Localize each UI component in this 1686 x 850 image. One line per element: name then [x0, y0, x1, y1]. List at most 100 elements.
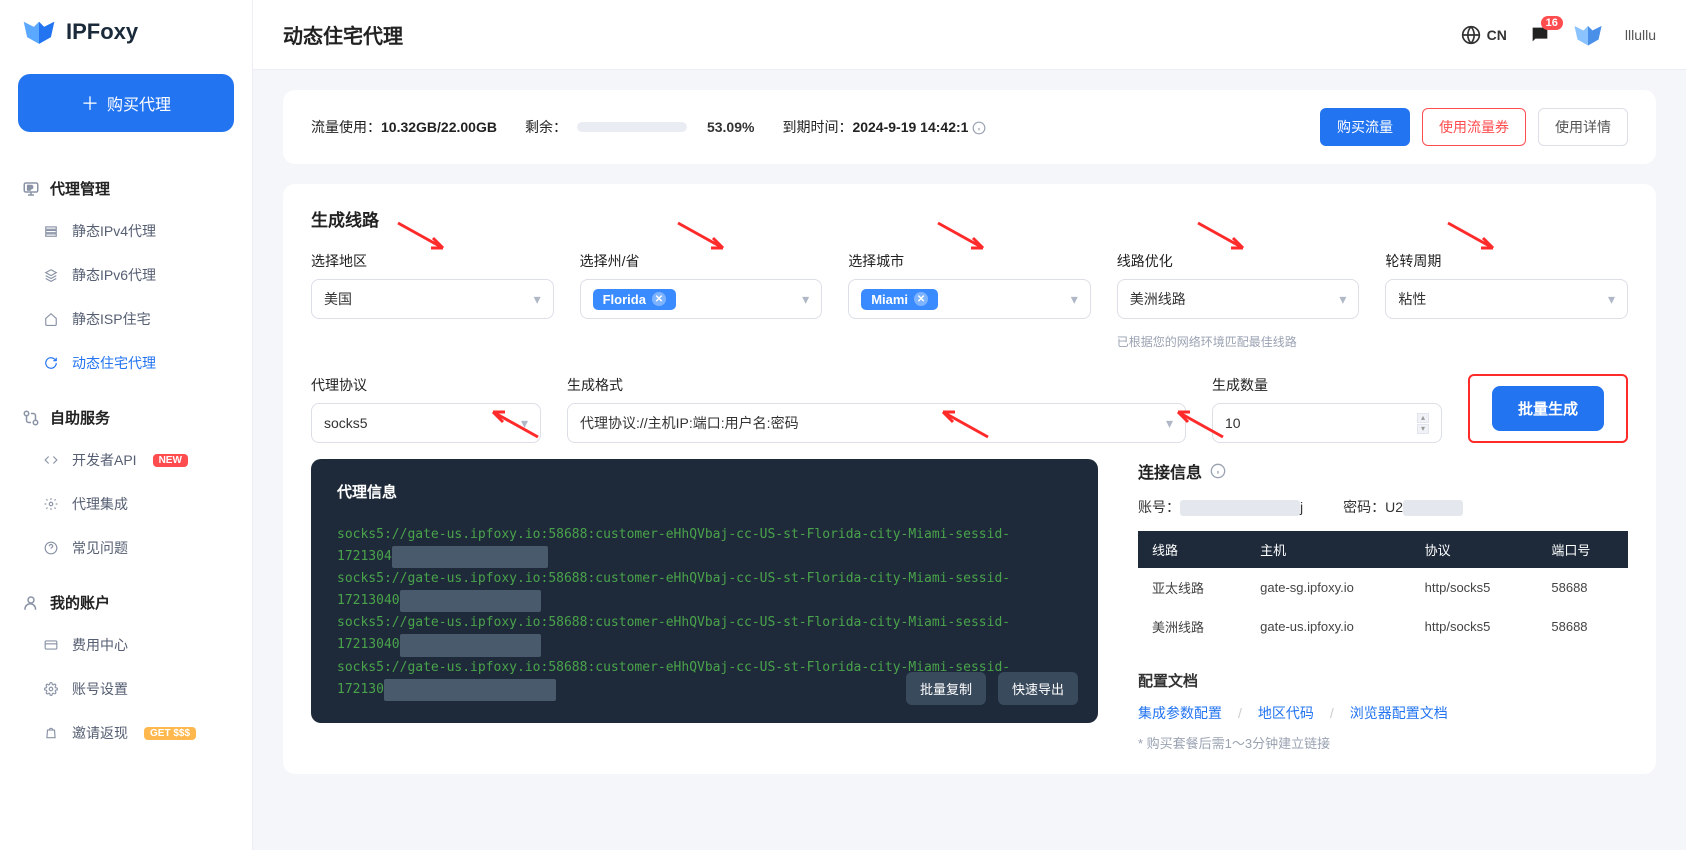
proxy-info-panel: 代理信息 socks5://gate-us.ipfoxy.io:58688:cu…: [311, 459, 1098, 723]
nav-item-integration[interactable]: 代理集成: [0, 482, 252, 526]
doc-link-regions[interactable]: 地区代码: [1258, 703, 1314, 723]
docs-title: 配置文档: [1138, 670, 1628, 691]
nav-item-dynamic[interactable]: 动态住宅代理: [0, 341, 252, 385]
doc-link-browser[interactable]: 浏览器配置文档: [1350, 703, 1448, 723]
spin-down-icon[interactable]: ▾: [1417, 424, 1429, 434]
city-chip[interactable]: Miami✕: [861, 289, 938, 310]
chevron-down-icon: ▾: [1608, 291, 1615, 308]
account-label: 账号：: [1138, 499, 1180, 515]
pwd-blur: [1403, 500, 1463, 516]
nav-item-billing[interactable]: 费用中心: [0, 623, 252, 667]
bag-icon: [44, 726, 60, 740]
proto-label: 代理协议: [311, 375, 541, 395]
chevron-down-icon: ▾: [1339, 291, 1346, 308]
city-select[interactable]: Miami✕ ▾: [848, 279, 1091, 319]
proxy-line: socks5://gate-us.ipfoxy.io:58688:custome…: [337, 568, 1072, 612]
get-tag: GET $$$: [144, 727, 196, 740]
nav-item-ipv4[interactable]: 静态IPv4代理: [0, 209, 252, 253]
generate-button[interactable]: 批量生成: [1492, 386, 1604, 431]
table-row: 亚太线路gate-sg.ipfoxy.iohttp/socks558688: [1138, 568, 1628, 607]
field-proto: 代理协议 socks5 ▾: [311, 375, 541, 443]
city-label: 选择城市: [848, 251, 1091, 271]
plus-icon: ＋: [81, 90, 99, 116]
remain-label: 剩余：: [525, 117, 567, 137]
info-icon[interactable]: [1210, 463, 1226, 479]
expire-label: 到期时间：: [782, 119, 852, 135]
usage-detail-button[interactable]: 使用详情: [1538, 108, 1628, 146]
table-row: 美洲线路gate-us.ipfoxy.iohttp/socks558688: [1138, 607, 1628, 646]
conn-credentials: 账号： j 密码：U2: [1138, 497, 1628, 517]
qty-spinner[interactable]: ▴▾: [1417, 413, 1429, 434]
header: 动态住宅代理 CN 16 lllullu: [253, 0, 1686, 70]
avatar-icon[interactable]: [1573, 23, 1603, 47]
nav-item-api[interactable]: 开发者APINEW: [0, 438, 252, 482]
sidebar: IPFoxy ＋ 购买代理 IP 代理管理 静态IPv4代理 静态IPv6代理 …: [0, 0, 253, 850]
field-qty: 生成数量 10 ▴▾: [1212, 375, 1442, 443]
th-proto: 协议: [1411, 531, 1538, 568]
svg-text:IP: IP: [27, 185, 33, 191]
route-hint: 已根据您的网络环境匹配最佳线路: [1117, 333, 1360, 350]
th-port: 端口号: [1537, 531, 1628, 568]
rotate-select[interactable]: 粘性 ▾: [1385, 279, 1628, 319]
usage-card: 流量使用：10.32GB/22.00GB 剩余： 53.09% 到期时间：202…: [283, 90, 1656, 164]
grid-icon: [44, 224, 60, 238]
format-label: 生成格式: [567, 375, 1186, 395]
nav-item-settings[interactable]: 账号设置: [0, 667, 252, 711]
username[interactable]: lllullu: [1625, 27, 1656, 43]
field-region: 选择地区 美国 ▾: [311, 251, 554, 350]
expire-value: 2024-9-19 14:42:1: [852, 119, 968, 135]
route-select[interactable]: 美洲线路 ▾: [1117, 279, 1360, 319]
proxy-line: socks5://gate-us.ipfoxy.io:58688:custome…: [337, 612, 1072, 656]
state-select[interactable]: Florida✕ ▾: [580, 279, 823, 319]
region-select[interactable]: 美国 ▾: [311, 279, 554, 319]
info-icon[interactable]: [972, 121, 986, 135]
conn-table: 线路 主机 协议 端口号 亚太线路gate-sg.ipfoxy.iohttp/s…: [1138, 531, 1628, 646]
messages-button[interactable]: 16: [1529, 24, 1551, 46]
proto-select[interactable]: socks5 ▾: [311, 403, 541, 443]
language-switch[interactable]: CN: [1461, 25, 1507, 45]
generate-title: 生成线路: [311, 206, 1628, 231]
brand-name: IPFoxy: [66, 19, 138, 45]
buy-proxy-button[interactable]: ＋ 购买代理: [18, 74, 234, 132]
generate-card: 生成线路 选择地区 美国 ▾ 选择州/省 Florida✕ ▾: [283, 184, 1656, 774]
logo[interactable]: IPFoxy: [0, 18, 252, 66]
code-icon: [44, 453, 60, 467]
remove-chip-icon[interactable]: ✕: [914, 292, 928, 306]
main: 动态住宅代理 CN 16 lllullu 流量使用：10.32GB/22.00G…: [253, 0, 1686, 850]
chevron-down-icon: ▾: [1166, 415, 1173, 432]
copy-all-button[interactable]: 批量复制: [906, 672, 986, 705]
use-voucher-button[interactable]: 使用流量券: [1422, 108, 1526, 146]
user-icon: [22, 594, 40, 612]
nav-item-referral[interactable]: 邀请返现GET $$$: [0, 711, 252, 755]
nav-item-isp[interactable]: 静态ISP住宅: [0, 297, 252, 341]
layers-icon: [44, 268, 60, 282]
field-format: 生成格式 代理协议://主机IP:端口:用户名:密码 ▾: [567, 375, 1186, 443]
nav-item-faq[interactable]: 常见问题: [0, 526, 252, 570]
field-rotate: 轮转周期 粘性 ▾: [1385, 251, 1628, 350]
generate-highlight-box: 批量生成: [1468, 374, 1628, 443]
question-icon: [44, 541, 60, 555]
chevron-down-icon: ▾: [802, 291, 809, 308]
proxy-line: socks5://gate-us.ipfoxy.io:58688:custome…: [337, 524, 1072, 568]
spin-up-icon[interactable]: ▴: [1417, 413, 1429, 423]
chevron-down-icon: ▾: [534, 291, 541, 308]
remove-chip-icon[interactable]: ✕: [652, 292, 666, 306]
docs-note: * 购买套餐后需1～3分钟建立链接: [1138, 733, 1628, 752]
card-icon: [44, 638, 60, 652]
nav-group-self: 自助服务 开发者APINEW 代理集成 常见问题: [0, 397, 252, 570]
conn-title: 连接信息: [1138, 459, 1628, 483]
state-chip[interactable]: Florida✕: [593, 289, 676, 310]
buy-traffic-button[interactable]: 购买流量: [1320, 108, 1410, 146]
tool-icon: [22, 409, 40, 427]
docs-links: 集成参数配置 / 地区代码 / 浏览器配置文档: [1138, 703, 1628, 723]
format-select[interactable]: 代理协议://主机IP:端口:用户名:密码 ▾: [567, 403, 1186, 443]
nav-group-title: 我的账户: [0, 582, 252, 623]
export-button[interactable]: 快速导出: [998, 672, 1078, 705]
pwd-label: 密码：: [1343, 499, 1385, 515]
doc-link-params[interactable]: 集成参数配置: [1138, 703, 1222, 723]
buy-proxy-label: 购买代理: [107, 91, 171, 115]
new-tag: NEW: [153, 454, 188, 467]
fox-logo-icon: [22, 18, 56, 46]
nav-item-ipv6[interactable]: 静态IPv6代理: [0, 253, 252, 297]
qty-input[interactable]: 10 ▴▾: [1212, 403, 1442, 443]
